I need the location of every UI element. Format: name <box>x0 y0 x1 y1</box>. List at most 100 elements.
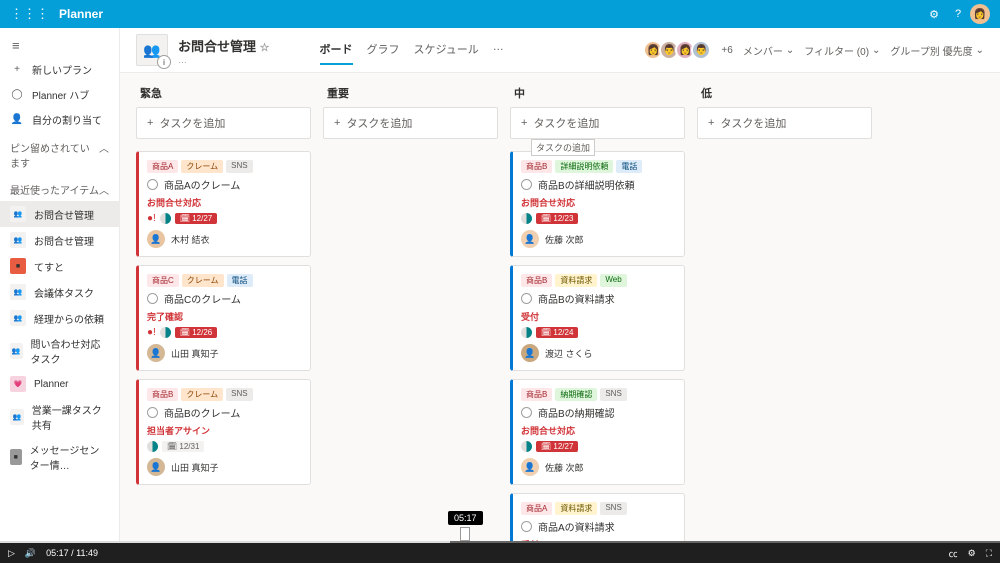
volume-icon[interactable]: 🔊 <box>25 548 36 559</box>
label-tag: 資料請求 <box>555 274 597 287</box>
assignee-name: 渡辺 さくら <box>545 347 593 360</box>
progress-icon <box>147 441 158 452</box>
members-dropdown[interactable]: メンバー ⌄ <box>743 43 794 58</box>
video-scrubber[interactable]: 05:17 <box>448 511 483 541</box>
date-badge: 🗓 12/27 <box>536 441 578 452</box>
add-task-button[interactable]: +タスクを追加 <box>136 107 311 139</box>
task-card[interactable]: 商品A資料請求SNS商品Aの資料請求受付🗓 12/28👤渡辺 さくら <box>510 493 685 543</box>
bucket-column: 中+タスクを追加タスクの追加商品B詳細説明依頼電話商品Bの詳細説明依頼お問合せ対… <box>510 83 685 533</box>
plan-icon[interactable]: 👥 <box>136 34 168 66</box>
member-avatars[interactable]: 👩 👨 👩 👨 <box>647 40 711 60</box>
label-tag: クレーム <box>181 388 223 401</box>
date-badge: 🗓 12/27 <box>175 213 217 224</box>
sidebar-item[interactable]: 👥会議体タスク <box>0 279 119 305</box>
label-tag: 電話 <box>227 274 253 287</box>
progress-icon <box>521 213 532 224</box>
task-card[interactable]: 商品B納期確認SNS商品Bの納期確認お問合せ対応🗓 12/27👤佐藤 次郎 <box>510 379 685 485</box>
settings-icon[interactable]: ⚙ <box>922 8 946 21</box>
new-plan-button[interactable]: +新しいプラン <box>0 57 119 82</box>
global-topbar: ⋮⋮⋮ Planner ⚙ ? 👩 <box>0 0 1000 28</box>
alert-icon: ●! <box>147 327 156 338</box>
task-card[interactable]: 商品B資料請求Web商品Bの資料請求受付🗓 12/24👤渡辺 さくら <box>510 265 685 371</box>
group-dropdown[interactable]: グループ別 優先度 ⌄ <box>890 43 984 58</box>
sidebar-item[interactable]: 💗Planner <box>0 371 119 397</box>
sidebar-item[interactable]: 👥営業一課タスク共有 <box>0 397 119 437</box>
plan-square-icon: 👥 <box>10 409 24 425</box>
plan-square-icon: 👥 <box>10 206 26 222</box>
filter-dropdown[interactable]: フィルター (0) ⌄ <box>804 43 880 58</box>
bucket-column: 低+タスクを追加 <box>697 83 872 533</box>
scrubber-handle[interactable] <box>460 527 470 541</box>
progress-icon <box>160 327 171 338</box>
assignee-name: 佐藤 次郎 <box>545 461 584 474</box>
planner-hub-link[interactable]: ◯Planner ハブ <box>0 82 119 107</box>
add-task-button[interactable]: +タスクを追加 <box>697 107 872 139</box>
task-title: 商品Bのクレーム <box>164 405 240 420</box>
tab[interactable]: … <box>493 35 504 65</box>
pinned-heading[interactable]: ピン留めされています︿ <box>0 132 119 174</box>
complete-circle-icon[interactable] <box>147 293 158 304</box>
user-avatar[interactable]: 👩 <box>970 4 990 24</box>
person-icon: 👤 <box>10 114 24 125</box>
sidebar-item[interactable]: 👥お問合せ管理 <box>0 201 119 227</box>
add-task-button[interactable]: +タスクを追加タスクの追加 <box>510 107 685 139</box>
tab[interactable]: ボード <box>320 35 353 65</box>
task-card[interactable]: 商品B詳細説明依頼電話商品Bの詳細説明依頼お問合せ対応🗓 12/23👤佐藤 次郎 <box>510 151 685 257</box>
complete-circle-icon[interactable] <box>521 521 532 532</box>
tab[interactable]: スケジュール <box>414 35 479 65</box>
label-tag: 納期確認 <box>555 388 597 401</box>
play-icon[interactable]: ▷ <box>8 548 15 559</box>
checklist-text: お問合せ対応 <box>521 424 676 437</box>
assignee-avatar: 👤 <box>147 458 165 476</box>
tab[interactable]: グラフ <box>367 35 400 65</box>
plus-icon: + <box>521 117 527 129</box>
fullscreen-icon[interactable]: ⛶ <box>986 548 992 559</box>
pin-icon[interactable]: ☆ <box>260 42 270 54</box>
chevron-down-icon: ⌄ <box>872 45 880 56</box>
label-tag: 詳細説明依頼 <box>555 160 613 173</box>
recent-heading[interactable]: 最近使ったアイテム︿ <box>0 174 119 201</box>
complete-circle-icon[interactable] <box>521 407 532 418</box>
label-tag: SNS <box>226 388 252 401</box>
checklist-text: お問合せ対応 <box>521 196 676 209</box>
chevron-down-icon: ⌄ <box>976 45 984 56</box>
hamburger-icon[interactable]: ≡ <box>0 34 119 57</box>
label-tag: SNS <box>600 388 626 401</box>
complete-circle-icon[interactable] <box>521 293 532 304</box>
progress-icon <box>160 213 171 224</box>
my-tasks-link[interactable]: 👤自分の割り当て <box>0 107 119 132</box>
time-display: 05:17 / 11:49 <box>46 548 98 558</box>
task-card[interactable]: 商品AクレームSNS商品Aのクレームお問合せ対応●!🗓 12/27👤木村 結衣 <box>136 151 311 257</box>
checklist-text: お問合せ対応 <box>147 196 302 209</box>
settings-icon[interactable]: ⚙ <box>968 548 976 559</box>
sidebar-item[interactable]: ■てすと <box>0 253 119 279</box>
complete-circle-icon[interactable] <box>147 407 158 418</box>
app-launcher-icon[interactable]: ⋮⋮⋮ <box>10 6 49 22</box>
assignee-avatar: 👤 <box>521 230 539 248</box>
board: 緊急+タスクを追加商品AクレームSNS商品Aのクレームお問合せ対応●!🗓 12/… <box>120 73 1000 543</box>
bucket-column: 緊急+タスクを追加商品AクレームSNS商品Aのクレームお問合せ対応●!🗓 12/… <box>136 83 311 533</box>
assignee-name: 山田 真知子 <box>171 347 219 360</box>
complete-circle-icon[interactable] <box>147 179 158 190</box>
add-task-button[interactable]: +タスクを追加 <box>323 107 498 139</box>
task-title: 商品Bの資料請求 <box>538 291 615 306</box>
sidebar-item[interactable]: ■メッセージセンター情… <box>0 437 119 477</box>
help-icon[interactable]: ? <box>946 8 970 20</box>
date-badge: 🗓 12/24 <box>536 327 578 338</box>
plan-square-icon: 👥 <box>10 284 26 300</box>
cc-icon[interactable]: ㏄ <box>949 547 958 560</box>
label-tag: 商品B <box>521 274 552 287</box>
app-brand: Planner <box>59 7 103 21</box>
sidebar-item[interactable]: 👥問い合わせ対応タスク <box>0 331 119 371</box>
bucket-title: 中 <box>510 83 685 107</box>
more-count[interactable]: +6 <box>721 45 732 56</box>
bucket-title: 緊急 <box>136 83 311 107</box>
task-card[interactable]: 商品Cクレーム電話商品Cのクレーム完了確認●!🗓 12/26👤山田 真知子 <box>136 265 311 371</box>
task-title: 商品Aの資料請求 <box>538 519 615 534</box>
sidebar-item[interactable]: 👥お問合せ管理 <box>0 227 119 253</box>
sidebar-item[interactable]: 👥経理からの依頼 <box>0 305 119 331</box>
task-card[interactable]: 商品BクレームSNS商品Bのクレーム担当者アサイン🗓 12/31👤山田 真知子 <box>136 379 311 485</box>
complete-circle-icon[interactable] <box>521 179 532 190</box>
video-controls: ▷ 🔊 05:17 / 11:49 ㏄ ⚙ ⛶ <box>0 543 1000 563</box>
label-tag: 商品B <box>521 160 552 173</box>
